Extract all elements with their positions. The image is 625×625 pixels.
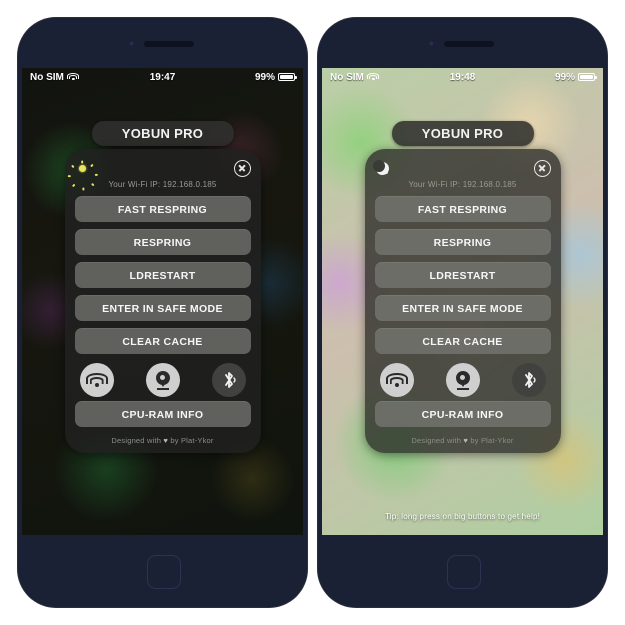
status-wifi-icon	[67, 72, 80, 82]
wifi-icon	[385, 372, 408, 388]
status-bar: No SIM 19:47 99%	[22, 68, 303, 86]
fast-respring-button[interactable]: FAST RESPRING	[374, 196, 551, 222]
front-camera-icon	[129, 41, 134, 46]
status-bar: No SIM 19:48 99%	[322, 68, 603, 86]
credit-prefix: Designed with	[111, 436, 162, 445]
respring-button[interactable]: RESPRING	[74, 229, 251, 255]
status-bar-right: 99%	[475, 71, 598, 83]
panel-header	[372, 157, 551, 179]
phone-screen-left: No SIM 19:47 99% YOBUN PRO Your Wi-Fi IP…	[22, 68, 303, 535]
home-button[interactable]	[446, 555, 481, 589]
battery-percent-label: 99%	[555, 71, 576, 83]
location-toggle[interactable]	[145, 363, 180, 397]
bluetooth-icon	[221, 370, 237, 390]
earpiece-speaker	[444, 41, 494, 47]
bluetooth-icon	[521, 370, 537, 390]
panel-header	[67, 157, 251, 191]
carrier-label: No SIM	[30, 71, 64, 83]
close-icon[interactable]	[533, 159, 551, 177]
cpu-ram-info-button[interactable]: CPU-RAM INFO	[374, 401, 551, 427]
toggle-row	[75, 361, 251, 401]
phone-device-right: No SIM 19:48 99% YOBUN PRO Your Wi-Fi IP…	[318, 18, 607, 607]
status-wifi-icon	[367, 72, 380, 82]
sun-icon[interactable]	[67, 160, 98, 191]
location-pin-icon	[154, 370, 172, 390]
front-camera-icon	[429, 41, 434, 46]
toggle-row	[375, 361, 551, 401]
status-bar-left: No SIM	[30, 72, 150, 83]
bluetooth-toggle[interactable]	[511, 363, 546, 397]
cpu-ram-info-button[interactable]: CPU-RAM INFO	[74, 401, 251, 427]
heart-icon: ♥	[163, 436, 169, 445]
heart-icon: ♥	[463, 436, 469, 445]
status-bar-right: 99%	[175, 71, 298, 83]
clear-cache-button[interactable]: CLEAR CACHE	[374, 328, 551, 354]
phone-device-left: No SIM 19:47 99% YOBUN PRO Your Wi-Fi IP…	[18, 18, 307, 607]
status-bar-left: No SIM	[330, 72, 450, 83]
wifi-ip-label: Your Wi-Fi IP: 192.168.0.185	[408, 180, 517, 189]
credit-suffix: by Plat-Ykor	[170, 436, 214, 445]
clock-label: 19:48	[449, 71, 476, 83]
carrier-label: No SIM	[330, 71, 364, 83]
tip-label: Tip: long press on big buttons to get he…	[384, 512, 541, 521]
clear-cache-button[interactable]: CLEAR CACHE	[74, 328, 251, 354]
credit-text: Designed with ♥ by Plat-Ykor	[375, 434, 551, 445]
screenshot-canvas: No SIM 19:47 99% YOBUN PRO Your Wi-Fi IP…	[0, 0, 625, 625]
location-pin-icon	[454, 370, 472, 390]
app-title-pill: YOBUN PRO	[391, 121, 534, 146]
moon-icon[interactable]	[372, 159, 390, 176]
phone-screen-right: No SIM 19:48 99% YOBUN PRO Your Wi-Fi IP…	[322, 68, 603, 535]
ldrestart-button[interactable]: LDRESTART	[374, 262, 551, 288]
earpiece-speaker	[144, 41, 194, 47]
credit-prefix: Designed with	[411, 436, 462, 445]
enter-safe-mode-button[interactable]: ENTER IN SAFE MODE	[74, 295, 251, 321]
battery-icon	[578, 73, 598, 81]
ldrestart-button[interactable]: LDRESTART	[74, 262, 251, 288]
control-panel-right: Your Wi-Fi IP: 192.168.0.185 FAST RESPRI…	[364, 149, 561, 453]
app-title-pill: YOBUN PRO	[91, 121, 234, 146]
close-icon[interactable]	[233, 159, 251, 177]
wifi-toggle[interactable]	[379, 363, 414, 397]
bluetooth-toggle[interactable]	[211, 363, 246, 397]
credit-text: Designed with ♥ by Plat-Ykor	[75, 434, 251, 445]
wifi-ip-label: Your Wi-Fi IP: 192.168.0.185	[108, 180, 217, 189]
wifi-toggle[interactable]	[79, 363, 114, 397]
wifi-icon	[85, 372, 108, 388]
respring-button[interactable]: RESPRING	[374, 229, 551, 255]
location-toggle[interactable]	[445, 363, 480, 397]
battery-icon	[278, 73, 298, 81]
home-button[interactable]	[146, 555, 181, 589]
clock-label: 19:47	[149, 71, 176, 83]
enter-safe-mode-button[interactable]: ENTER IN SAFE MODE	[374, 295, 551, 321]
battery-percent-label: 99%	[255, 71, 276, 83]
fast-respring-button[interactable]: FAST RESPRING	[74, 196, 251, 222]
control-panel-left: Your Wi-Fi IP: 192.168.0.185 FAST RESPRI…	[64, 149, 261, 453]
credit-suffix: by Plat-Ykor	[470, 436, 514, 445]
